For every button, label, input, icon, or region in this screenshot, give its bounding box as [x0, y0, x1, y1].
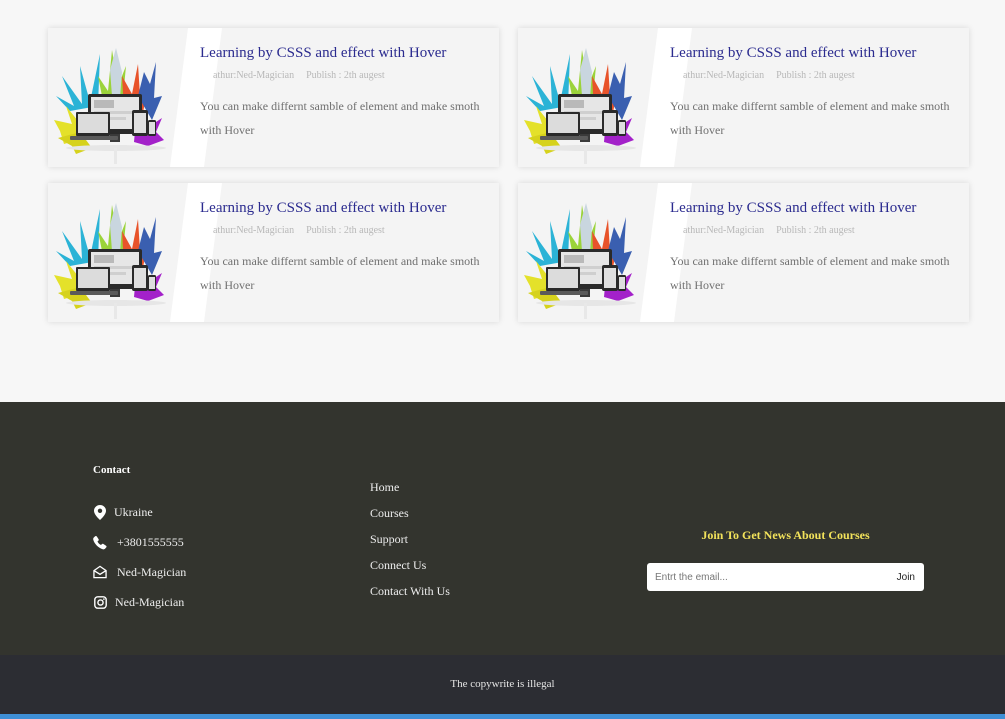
newsletter-form: Join: [647, 563, 924, 591]
contact-email: Ned-Magician: [93, 564, 186, 580]
card-meta: athur:Ned-Magician Publish : 2th augest: [670, 70, 957, 81]
footer-nav-item: Contact With Us: [370, 582, 450, 608]
contact-instagram-text: Ned-Magician: [115, 594, 185, 609]
bottom-accent-bar: [0, 714, 1005, 719]
card-publish-date: Publish : 2th augest: [306, 70, 385, 81]
card-description: You can make differnt samble of element …: [200, 99, 480, 137]
card-publish-date: Publish : 2th augest: [776, 70, 855, 81]
contact-section: Contact Ukraine +3801555555 Ned-Magician…: [93, 464, 186, 609]
newsletter-title: Join To Get News About Courses: [701, 528, 870, 542]
course-card[interactable]: Learning by CSSS and effect with Hover a…: [518, 28, 969, 167]
card-meta: athur:Ned-Magician Publish : 2th augest: [200, 70, 487, 81]
newsletter-section: Join To Get News About Courses Join: [647, 528, 924, 591]
card-author: athur:Ned-Magician: [683, 225, 765, 236]
footer-nav-item: Courses: [370, 504, 450, 530]
card-title[interactable]: Learning by CSSS and effect with Hover: [670, 45, 957, 62]
card-meta: athur:Ned-Magician Publish : 2th augest: [670, 225, 957, 236]
footer-link-connect-us[interactable]: Connect Us: [370, 558, 426, 572]
footer-link-home[interactable]: Home: [370, 480, 399, 494]
card-author: athur:Ned-Magician: [213, 225, 295, 236]
phone-icon: [93, 534, 107, 550]
card-description: You can make differnt samble of element …: [670, 99, 950, 137]
course-card[interactable]: Learning by CSSS and effect with Hover a…: [518, 183, 969, 322]
card-author: athur:Ned-Magician: [213, 70, 295, 81]
card-title[interactable]: Learning by CSSS and effect with Hover: [200, 200, 487, 217]
footer-nav-item: Connect Us: [370, 556, 450, 582]
footer-link-support[interactable]: Support: [370, 532, 408, 546]
contact-phone: +3801555555: [93, 534, 184, 550]
contact-email-text: Ned-Magician: [117, 564, 187, 579]
footer-link-contact-with-us[interactable]: Contact With Us: [370, 584, 450, 598]
footer-nav-item: Home: [370, 478, 450, 504]
card-body: Learning by CSSS and effect with Hover a…: [200, 183, 487, 297]
location-pin-icon: [93, 504, 107, 520]
course-card[interactable]: Learning by CSSS and effect with Hover a…: [48, 183, 499, 322]
instagram-icon: [93, 594, 107, 610]
contact-phone-text: +3801555555: [117, 534, 184, 549]
footer-link-courses[interactable]: Courses: [370, 506, 409, 520]
site-footer: Contact Ukraine +3801555555 Ned-Magician…: [0, 402, 1005, 655]
course-card-grid: Learning by CSSS and effect with Hover a…: [48, 28, 970, 322]
footer-nav-item: Support: [370, 530, 450, 556]
card-author: athur:Ned-Magician: [683, 70, 765, 81]
card-description: You can make differnt samble of element …: [670, 254, 950, 292]
footer-nav: Home Courses Support Connect Us Contact …: [370, 478, 450, 608]
newsletter-email-input[interactable]: [647, 563, 891, 591]
card-title[interactable]: Learning by CSSS and effect with Hover: [200, 45, 487, 62]
contact-location-text: Ukraine: [114, 504, 153, 519]
card-body: Learning by CSSS and effect with Hover a…: [670, 183, 957, 297]
card-publish-date: Publish : 2th augest: [306, 225, 385, 236]
contact-heading: Contact: [93, 464, 131, 476]
card-body: Learning by CSSS and effect with Hover a…: [200, 28, 487, 142]
course-card[interactable]: Learning by CSSS and effect with Hover a…: [48, 28, 499, 167]
card-title[interactable]: Learning by CSSS and effect with Hover: [670, 200, 957, 217]
newsletter-join-button[interactable]: Join: [891, 563, 924, 591]
card-description: You can make differnt samble of element …: [200, 254, 480, 292]
card-body: Learning by CSSS and effect with Hover a…: [670, 28, 957, 142]
card-publish-date: Publish : 2th augest: [776, 225, 855, 236]
copyright-text: The copywrite is illegal: [450, 678, 555, 690]
contact-instagram: Ned-Magician: [93, 594, 184, 610]
card-meta: athur:Ned-Magician Publish : 2th augest: [200, 225, 487, 236]
copyright-bar: The copywrite is illegal: [0, 655, 1005, 714]
contact-location: Ukraine: [93, 504, 153, 520]
envelope-icon: [93, 564, 107, 580]
